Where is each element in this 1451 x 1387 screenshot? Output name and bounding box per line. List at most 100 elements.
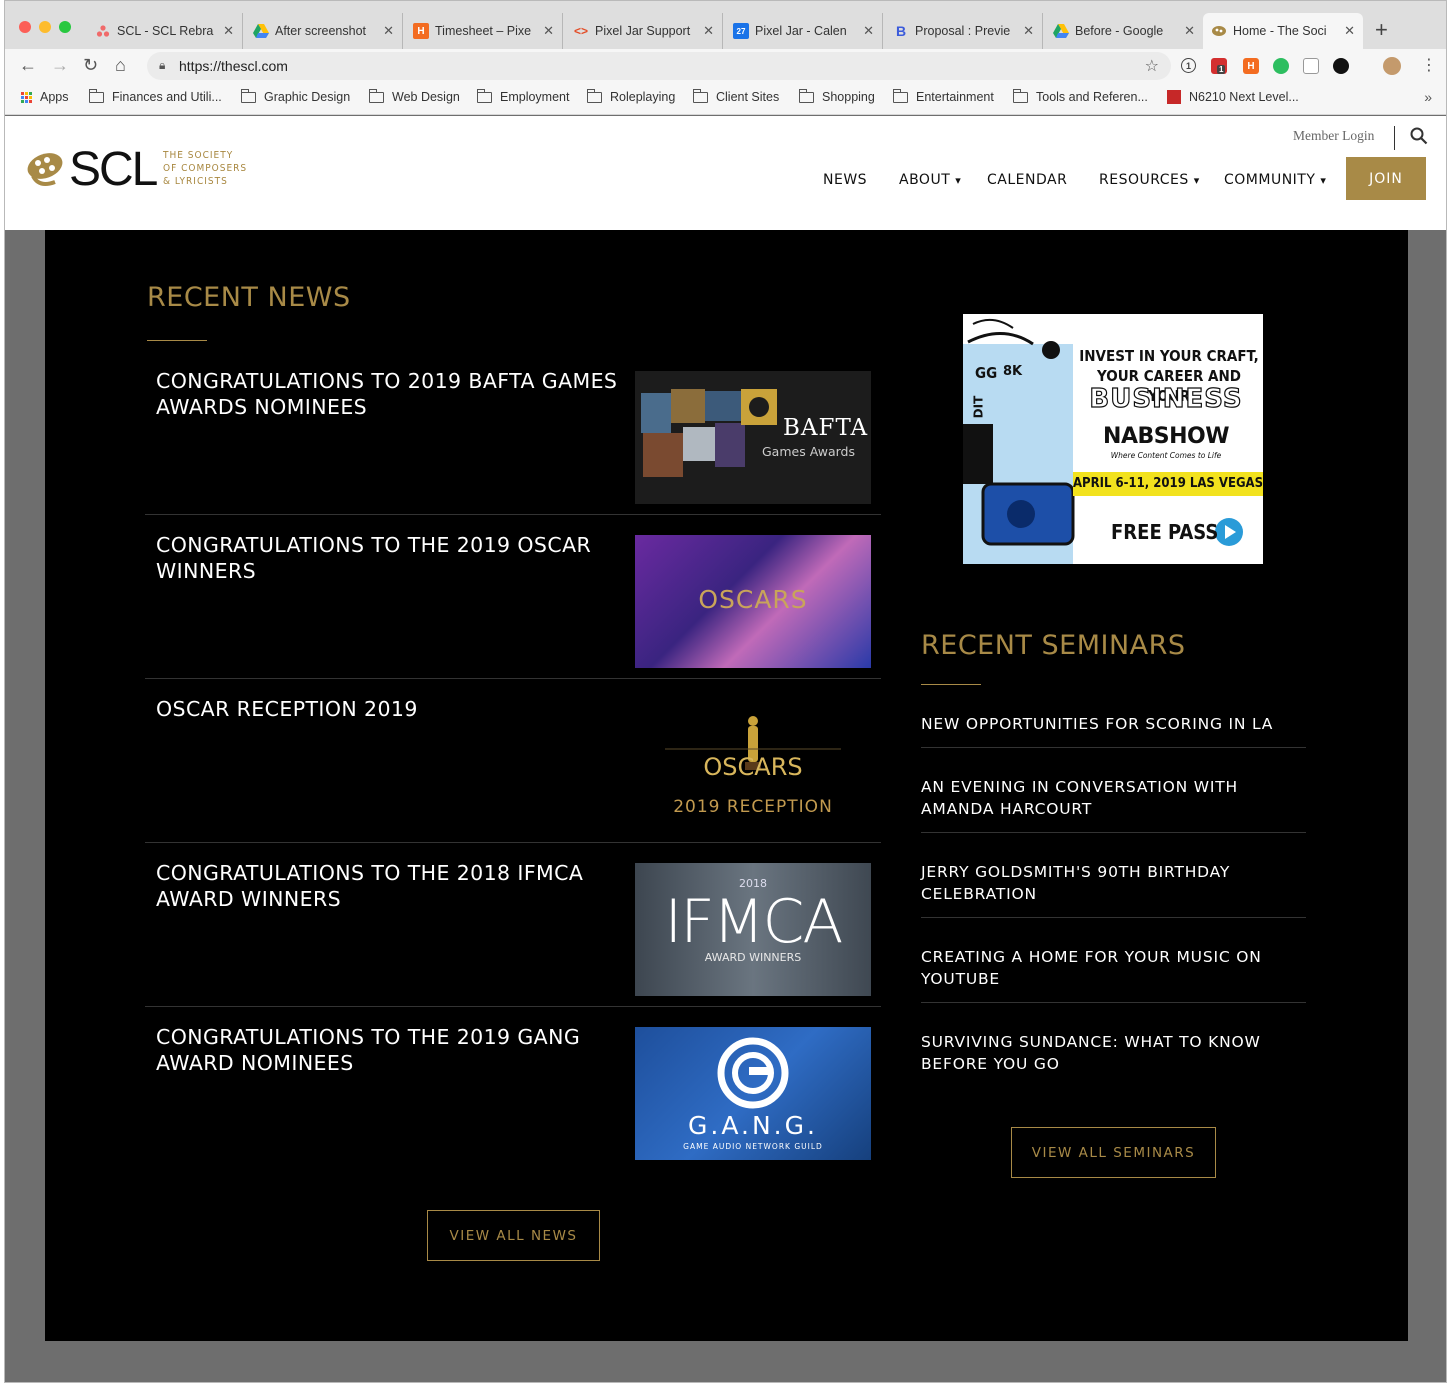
scl-reel-icon (1211, 23, 1227, 39)
bookmark-folder[interactable]: Client Sites (693, 88, 779, 104)
search-icon[interactable] (1410, 127, 1428, 145)
nav-about[interactable]: ABOUT ▾ (899, 172, 961, 188)
evernote-icon[interactable] (1273, 58, 1289, 74)
bookmark-folder[interactable]: Web Design (369, 88, 460, 104)
nav-community[interactable]: COMMUNITY ▾ (1224, 172, 1326, 188)
chevron-down-icon: ▾ (1193, 174, 1200, 187)
seminar-divider (921, 1002, 1306, 1003)
bookmark-apps[interactable]: Apps (21, 90, 69, 104)
minimize-window-button[interactable] (39, 21, 51, 33)
lock-icon: 🔒︎ (159, 58, 166, 72)
news-thumbnail-oscars[interactable]: OSCARS (635, 535, 871, 668)
bookmark-folder[interactable]: Employment (477, 88, 569, 104)
address-bar[interactable]: 🔒︎ https://thescl.com ☆ (147, 52, 1171, 80)
asana-icon (95, 23, 111, 39)
nab-show-ad[interactable]: GG 8K DIT INVEST IN YOUR CRAFT, YOUR CAR… (963, 314, 1263, 564)
view-all-news-button[interactable]: VIEW ALL NEWS (427, 1210, 600, 1261)
menu-kebab-icon[interactable]: ⋮ (1421, 55, 1437, 75)
close-tab-icon[interactable]: ✕ (543, 23, 554, 39)
close-tab-icon[interactable]: ✕ (863, 23, 874, 39)
close-tab-icon[interactable]: ✕ (703, 23, 714, 39)
tab-before[interactable]: Before - Google ✕ (1045, 13, 1203, 49)
logo-wordmark[interactable]: SCL (69, 142, 158, 197)
news-divider (145, 842, 881, 843)
nav-calendar[interactable]: CALENDAR (987, 172, 1067, 188)
seminar-item-title[interactable]: JERRY GOLDSMITH'S 90TH BIRTHDAY CELEBRAT… (921, 861, 1306, 905)
bookmark-folder[interactable]: Finances and Utili... (89, 88, 222, 104)
news-item-title[interactable]: CONGRATULATIONS TO 2019 BAFTA GAMES AWAR… (156, 368, 626, 420)
close-tab-icon[interactable]: ✕ (1023, 23, 1034, 39)
news-item-title[interactable]: OSCAR RECEPTION 2019 (156, 696, 626, 722)
bookmark-folder[interactable]: Shopping (799, 88, 875, 104)
news-thumbnail-oscar-reception[interactable]: OSCARS 2019 RECEPTION (635, 699, 871, 832)
bookmark-folder[interactable]: Roleplaying (587, 88, 675, 104)
avatar[interactable] (1383, 57, 1401, 75)
tab-proposal[interactable]: B Proposal : Previe ✕ (885, 13, 1043, 49)
maximize-window-button[interactable] (59, 21, 71, 33)
color-picker-icon[interactable] (1303, 58, 1319, 74)
bookmark-folder[interactable]: Tools and Referen... (1013, 88, 1148, 104)
extension-icon[interactable] (1333, 58, 1349, 74)
nav-news[interactable]: NEWS (823, 172, 867, 188)
harvest-extension-icon[interactable]: H (1243, 58, 1259, 74)
bidsketch-icon: B (895, 23, 907, 39)
onepassword-icon[interactable]: 1 (1181, 58, 1196, 73)
bookmark-folder[interactable]: Graphic Design (241, 88, 350, 104)
news-divider (145, 514, 881, 515)
folder-icon (369, 88, 384, 103)
member-login-link[interactable]: Member Login (1293, 128, 1374, 144)
close-tab-icon[interactable]: ✕ (223, 23, 234, 39)
seminar-divider (921, 747, 1306, 748)
logo-subtitle: THE SOCIETY OF COMPOSERS & LYRICISTS (163, 150, 248, 187)
window-controls (19, 21, 71, 33)
seminar-item-title[interactable]: AN EVENING IN CONVERSATION WITH AMANDA H… (921, 776, 1306, 820)
view-all-seminars-button[interactable]: VIEW ALL SEMINARS (1011, 1127, 1216, 1178)
new-tab-button[interactable]: + (1375, 17, 1388, 43)
apps-grid-icon (21, 91, 32, 103)
nav-resources[interactable]: RESOURCES ▾ (1099, 172, 1200, 188)
bookmark-star-icon[interactable]: ☆ (1145, 56, 1159, 76)
folder-icon (693, 88, 708, 103)
news-thumbnail-gang[interactable]: G.A.N.G. GAME AUDIO NETWORK GUILD (635, 1027, 871, 1160)
url-text[interactable]: https://thescl.com (179, 58, 288, 74)
bookmark-n6210[interactable]: N6210 Next Level... (1167, 90, 1299, 104)
calendar-icon: 27 (733, 23, 749, 39)
home-icon[interactable]: ⌂ (115, 55, 126, 76)
tab-timesheet[interactable]: H Timesheet – Pixe ✕ (405, 13, 563, 49)
close-tab-icon[interactable]: ✕ (1344, 23, 1355, 39)
join-button[interactable]: JOIN (1346, 157, 1426, 200)
tab-pixel-jar-support[interactable]: <> Pixel Jar Support ✕ (565, 13, 723, 49)
tab-after-screenshot[interactable]: After screenshot ✕ (245, 13, 403, 49)
folder-icon (799, 88, 814, 103)
folder-icon (587, 88, 602, 103)
todoist-icon[interactable]: 1 (1211, 58, 1227, 74)
news-thumbnail-ifmca[interactable]: 2018 IFMCA AWARD WINNERS (635, 863, 871, 996)
tab-home-active[interactable]: Home - The Soci ✕ (1203, 13, 1363, 49)
news-divider (145, 1006, 881, 1007)
folder-icon (89, 88, 104, 103)
seminar-item-title[interactable]: NEW OPPORTUNITIES FOR SCORING IN LA (921, 713, 1306, 735)
more-bookmarks-button[interactable]: » (1424, 89, 1432, 105)
news-item-title[interactable]: CONGRATULATIONS TO THE 2019 GANG AWARD N… (156, 1024, 626, 1076)
forward-arrow-icon[interactable]: → (51, 55, 69, 76)
scl-film-reel-logo-icon[interactable] (25, 146, 69, 190)
bookmark-folder[interactable]: Entertainment (893, 88, 994, 104)
seminar-item-title[interactable]: SURVIVING SUNDANCE: WHAT TO KNOW BEFORE … (921, 1031, 1306, 1075)
news-item-title[interactable]: CONGRATULATIONS TO THE 2019 OSCAR WINNER… (156, 532, 626, 584)
tab-pixel-jar-calendar[interactable]: 27 Pixel Jar - Calen ✕ (725, 13, 883, 49)
news-thumbnail-bafta[interactable]: BAFTA Games Awards (635, 371, 871, 504)
chevron-down-icon: ▾ (1320, 174, 1327, 187)
close-tab-icon[interactable]: ✕ (383, 23, 394, 39)
seminar-item-title[interactable]: CREATING A HOME FOR YOUR MUSIC ON YOUTUB… (921, 946, 1306, 990)
n6210-favicon-icon (1167, 90, 1181, 104)
seminar-divider (921, 832, 1306, 833)
news-item-title[interactable]: CONGRATULATIONS TO THE 2018 IFMCA AWARD … (156, 860, 626, 912)
reload-icon[interactable]: ↻ (83, 55, 98, 76)
folder-icon (893, 88, 908, 103)
back-arrow-icon[interactable]: ← (19, 55, 37, 76)
close-tab-icon[interactable]: ✕ (1184, 23, 1195, 39)
tab-scl-rebrand[interactable]: SCL - SCL Rebra ✕ (87, 13, 243, 49)
header-divider (1394, 126, 1395, 150)
harvest-icon: H (413, 23, 429, 39)
close-window-button[interactable] (19, 21, 31, 33)
